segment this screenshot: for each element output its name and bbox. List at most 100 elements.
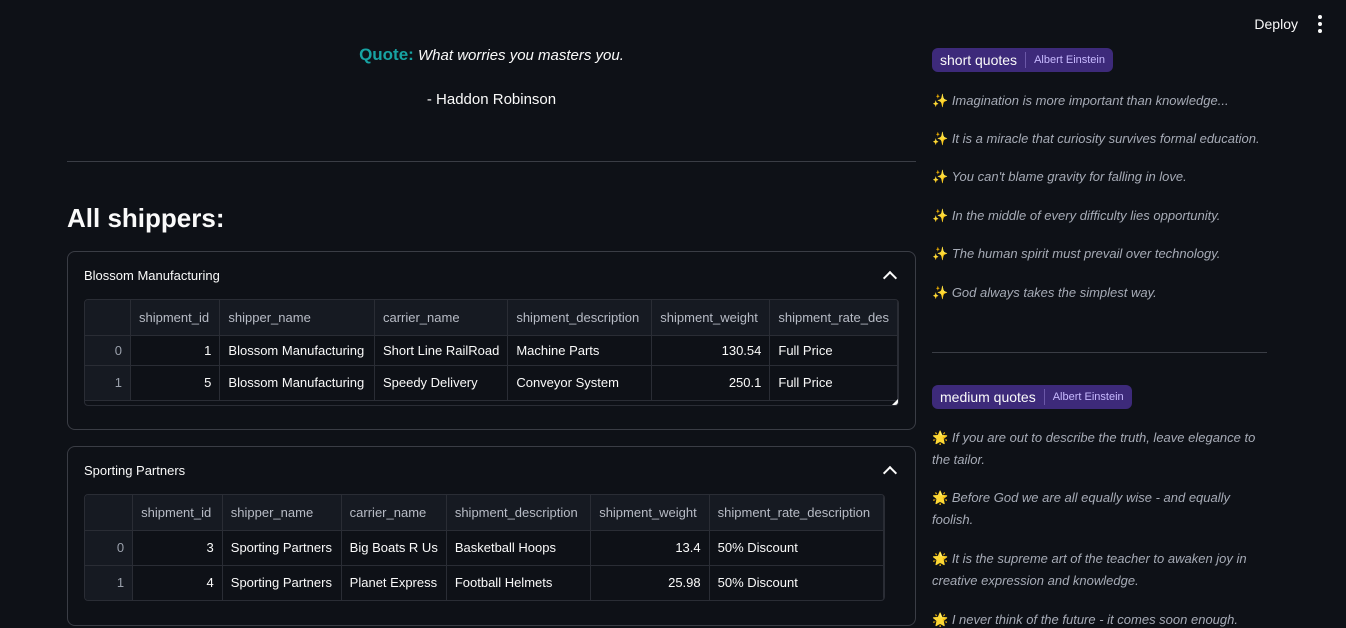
data-table: shipment_id shipper_name carrier_name sh… [85,495,884,600]
tag-separator [1043,389,1045,405]
divider [932,352,1267,353]
expander-header[interactable]: Blossom Manufacturing [68,252,915,298]
quote-text: The human spirit must prevail over techn… [951,246,1221,261]
sparkles-icon: ✨ [932,246,949,261]
table-cell[interactable]: Full Price [769,365,898,401]
quote-text: Imagination is more important than knowl… [951,93,1229,108]
tag-label: short quotes [940,52,1018,68]
short-quotes-tag: short quotes Albert Einstein [932,48,1113,72]
column-header[interactable]: shipment_id [132,495,223,531]
column-header[interactable]: shipment_description [507,300,653,336]
table-cell[interactable]: 50% Discount [709,530,884,566]
expander-title: Blossom Manufacturing [84,267,220,283]
table-cell[interactable]: 250.1 [651,365,771,401]
table-cell[interactable]: 130.54 [651,335,771,366]
resize-handle-icon[interactable] [892,399,898,405]
sparkles-icon: ✨ [932,131,949,146]
table-cell[interactable]: 5 [130,365,221,401]
quote-text: What worries you masters you. [418,47,624,64]
sparkles-icon: ✨ [932,93,949,108]
column-header[interactable]: shipper_name [219,300,375,336]
sparkles-icon: ✨ [932,169,949,184]
tag-label: medium quotes [940,389,1036,405]
row-index: 1 [85,365,131,401]
page-title: All shippers: [67,203,225,233]
data-table: shipment_id shipper_name carrier_name sh… [85,300,898,401]
column-header[interactable]: shipment_id [130,300,221,336]
quote-text: It is the supreme art of the teacher to … [932,551,1247,588]
short-quote: ✨ It is a miracle that curiosity survive… [932,128,1267,150]
quote-text: In the middle of every difficulty lies o… [951,208,1221,223]
star-icon: 🌟 [932,490,949,505]
medium-quote: 🌟 If you are out to describe the truth, … [932,427,1267,471]
table-cell[interactable]: 13.4 [590,530,710,566]
table-cell[interactable]: Speedy Delivery [374,365,509,401]
table-cell[interactable]: Football Helmets [446,565,592,600]
expander-sporting-partners: Sporting Partners shipment_id shipper_na… [67,446,916,626]
main-menu-icon[interactable] [1316,11,1324,37]
quote-text: If you are out to describe the truth, le… [932,430,1256,467]
chevron-up-icon [882,270,898,285]
column-header[interactable]: shipment_weight [590,495,710,531]
quote-text: Before God we are all equally wise - and… [932,490,1231,527]
table-cell[interactable]: Conveyor System [507,365,653,401]
column-header[interactable] [85,495,134,531]
expander-blossom-manufacturing: Blossom Manufacturing shipment_id shippe… [67,251,916,430]
table-cell[interactable]: Blossom Manufacturing [219,335,375,366]
tag-author: Albert Einstein [1034,54,1105,66]
table-cell[interactable]: 3 [132,530,223,566]
medium-quote: 🌟 It is the supreme art of the teacher t… [932,548,1267,592]
quote-line: Quote: What worries you masters you. [67,45,916,65]
table-cell[interactable]: Sporting Partners [222,565,342,600]
top-toolbar: Deploy [1254,0,1346,48]
chevron-up-icon [882,465,898,480]
column-header[interactable]: carrier_name [374,300,509,336]
star-icon: 🌟 [932,430,949,445]
table-cell[interactable]: 4 [132,565,223,600]
quote-text: You can't blame gravity for falling in l… [951,169,1187,184]
table-header-row: shipment_id shipper_name carrier_name sh… [85,300,898,336]
expander-title: Sporting Partners [84,462,186,478]
quote-text: It is a miracle that curiosity survives … [951,131,1260,146]
short-quote: ✨ You can't blame gravity for falling in… [932,166,1267,188]
quote-label: Quote: [359,45,414,64]
quote-text: I never think of the future - it comes s… [951,612,1238,627]
short-quote: ✨ God always takes the simplest way. [932,282,1267,304]
star-icon: 🌟 [932,551,949,566]
table-row: 1 5 Blossom Manufacturing Speedy Deliver… [85,365,898,401]
column-header[interactable]: shipper_name [222,495,342,531]
table-cell[interactable]: Full Price [769,335,898,366]
column-header[interactable]: shipment_weight [651,300,771,336]
table-row: 0 1 Blossom Manufacturing Short Line Rai… [85,335,898,366]
table-cell[interactable]: Blossom Manufacturing [219,365,375,401]
short-quote: ✨ Imagination is more important than kno… [932,90,1267,112]
table-cell[interactable]: 50% Discount [709,565,884,600]
table-cell[interactable]: Big Boats R Us [341,530,447,566]
deploy-button[interactable]: Deploy [1254,16,1298,32]
expander-header[interactable]: Sporting Partners [68,447,915,493]
column-header[interactable]: shipment_rate_des [769,300,898,336]
dataframe[interactable]: shipment_id shipper_name carrier_name sh… [84,299,899,406]
table-cell[interactable]: Short Line RailRoad [374,335,509,366]
table-cell[interactable]: Sporting Partners [222,530,342,566]
table-row: 1 4 Sporting Partners Planet Express Foo… [85,565,884,600]
row-index: 1 [85,565,134,600]
tag-author: Albert Einstein [1052,391,1124,403]
table-header-row: shipment_id shipper_name carrier_name sh… [85,495,884,531]
column-header[interactable]: shipment_description [446,495,592,531]
table-cell[interactable]: Machine Parts [507,335,653,366]
quote-text: God always takes the simplest way. [951,285,1157,300]
divider [67,161,916,162]
sparkles-icon: ✨ [932,208,949,223]
table-cell[interactable]: 25.98 [590,565,710,600]
table-cell[interactable]: Basketball Hoops [446,530,592,566]
column-header[interactable] [85,300,131,336]
table-cell[interactable]: 1 [130,335,221,366]
dataframe[interactable]: shipment_id shipper_name carrier_name sh… [84,494,885,601]
column-header[interactable]: shipment_rate_description [709,495,884,531]
medium-quote: 🌟 I never think of the future - it comes… [932,609,1267,628]
column-header[interactable]: carrier_name [341,495,447,531]
medium-quotes-tag: medium quotes Albert Einstein [932,385,1132,409]
quote-author: - Haddon Robinson [426,91,557,108]
table-cell[interactable]: Planet Express [341,565,447,600]
